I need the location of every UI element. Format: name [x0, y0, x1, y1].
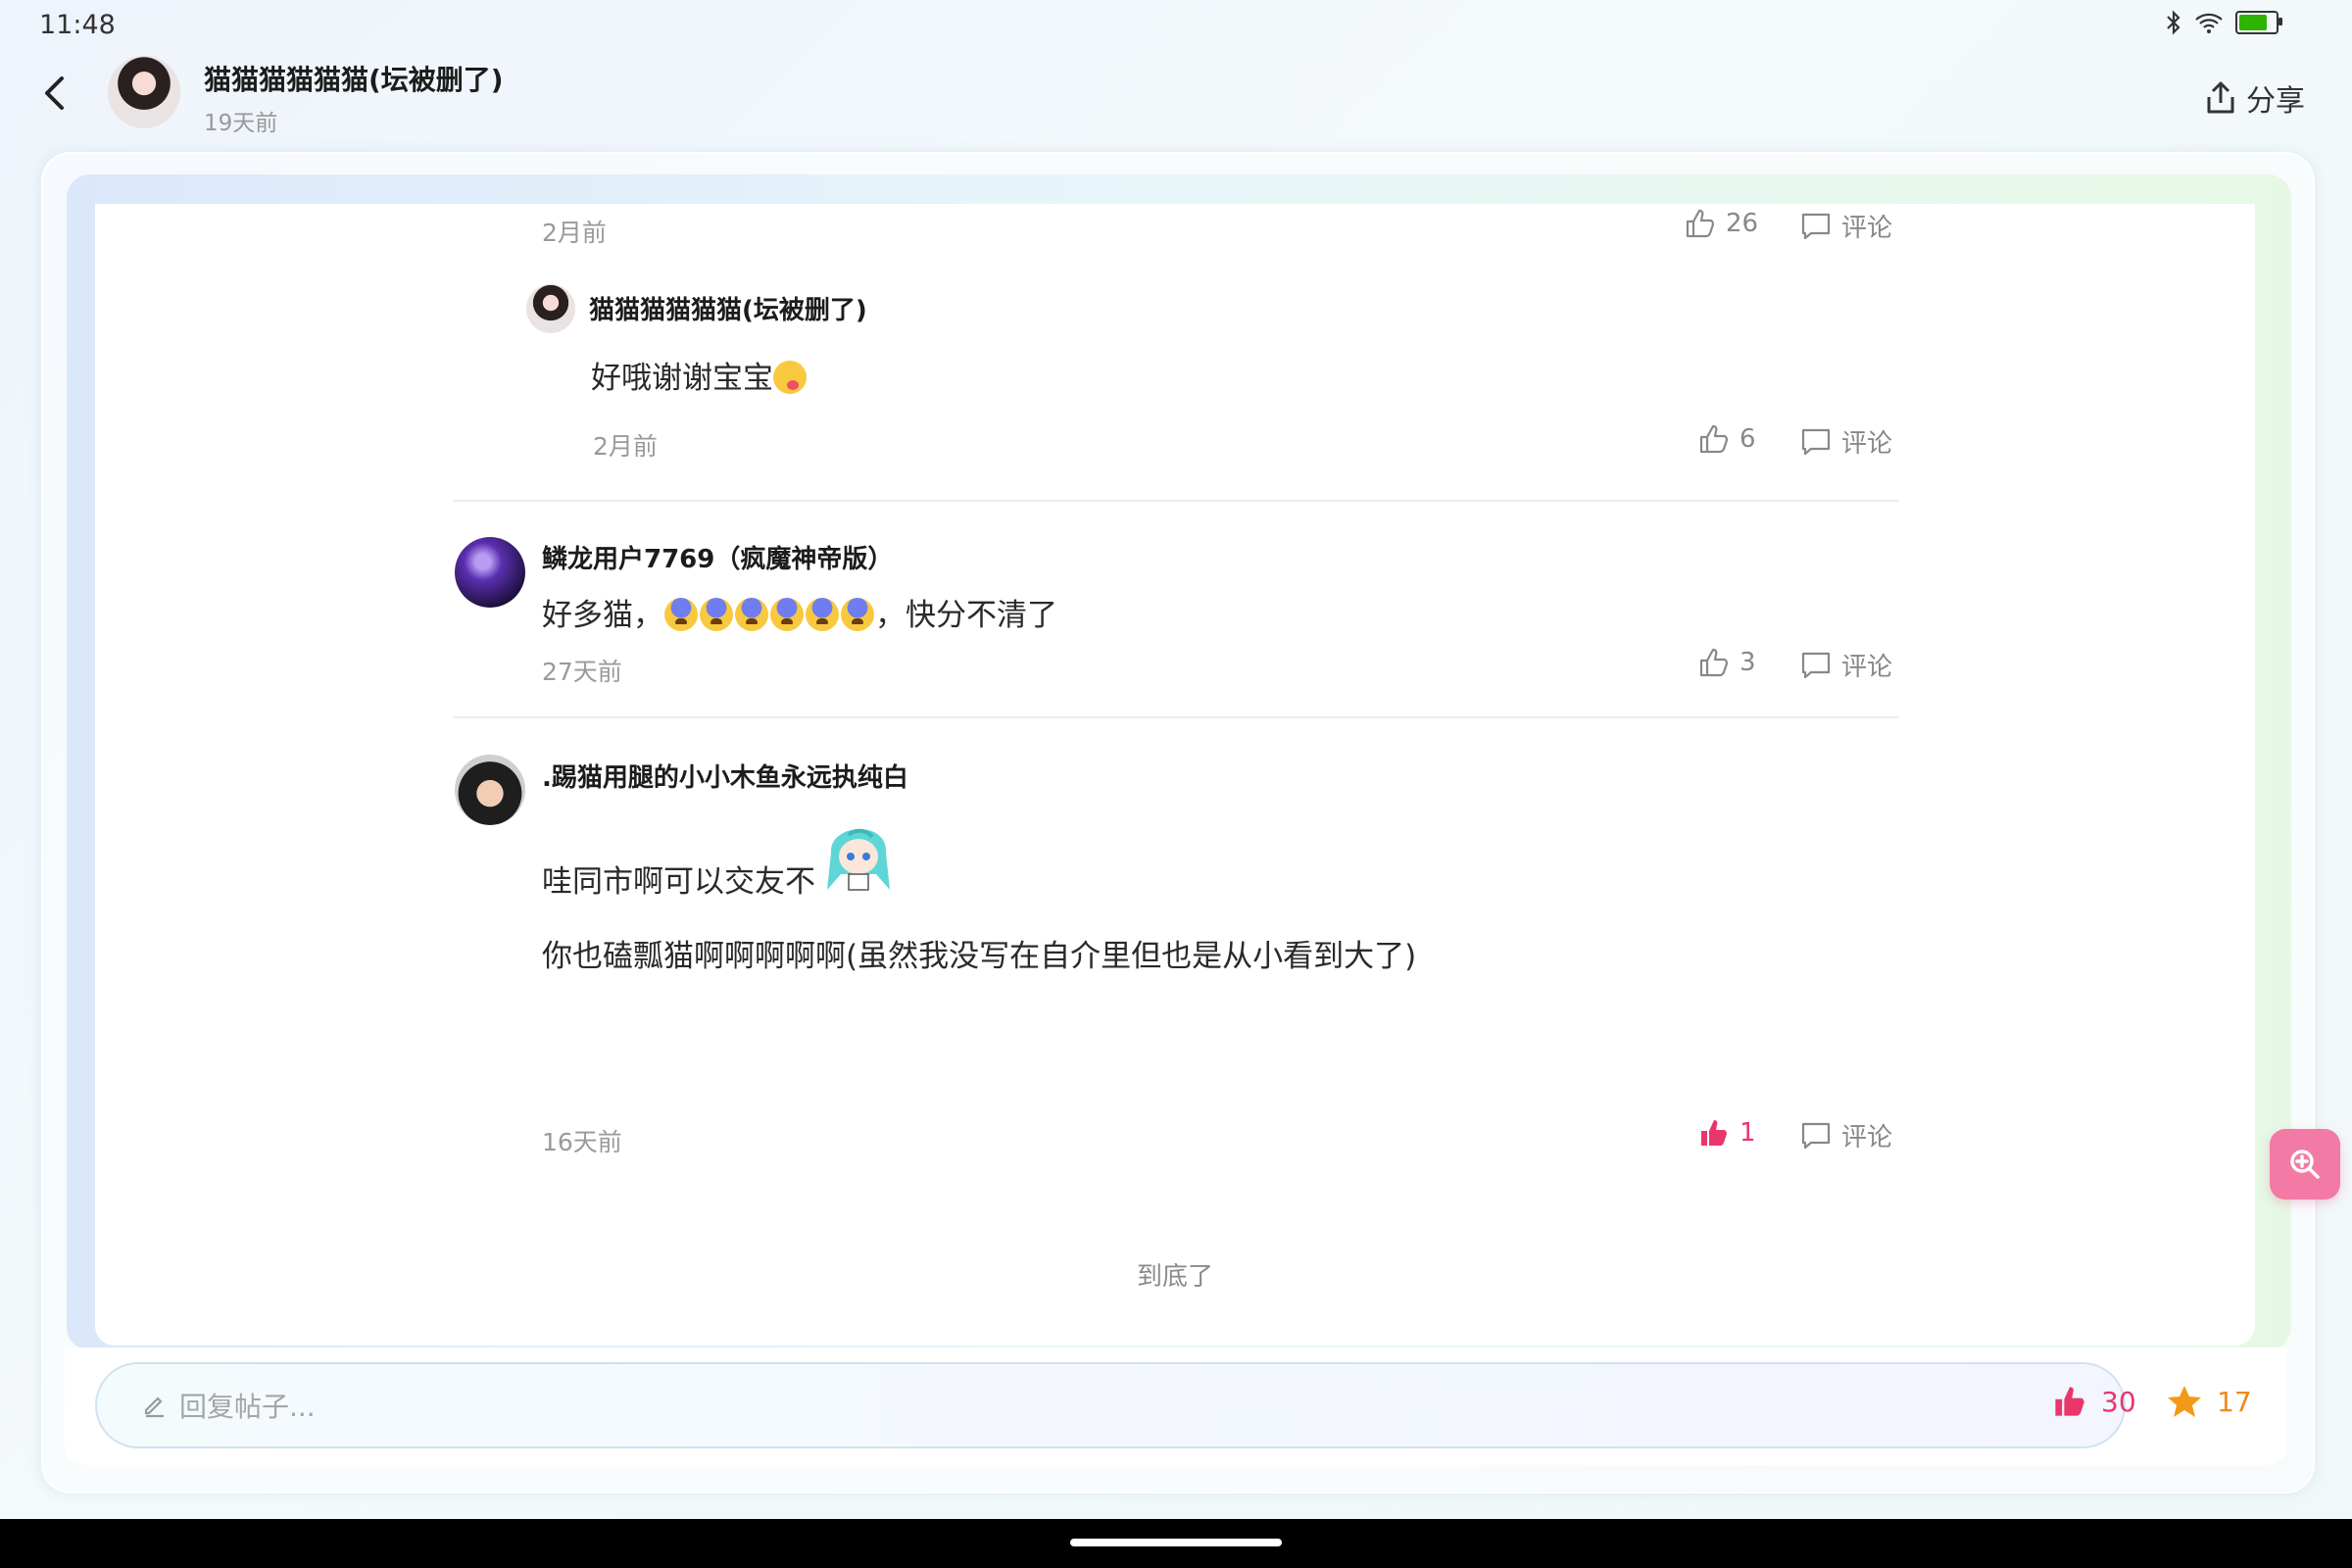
- thumb-up-icon: [1699, 424, 1729, 454]
- reply-placeholder: 回复帖子...: [179, 1391, 316, 1423]
- reply-avatar[interactable]: [526, 284, 575, 333]
- pencil-icon: [144, 1396, 164, 1418]
- reply-author-name[interactable]: 猫猫猫猫猫猫(坛被删了): [589, 290, 867, 326]
- comment-time: 27天前: [542, 658, 622, 686]
- comment-bubble-icon: [1801, 652, 1831, 678]
- back-button[interactable]: [29, 69, 78, 118]
- comment-time: 16天前: [542, 1128, 622, 1156]
- zoom-in-icon: [2290, 1150, 2320, 1179]
- status-icons: [2165, 10, 2282, 35]
- fearful-emoji-icon: [841, 598, 874, 631]
- comment-label: 评论: [1841, 653, 1893, 682]
- reply-text: 好哦谢谢宝宝: [591, 353, 807, 397]
- comment-time: 2月前: [542, 219, 607, 247]
- thumb-up-icon: [1699, 648, 1729, 677]
- comment-text-line-2: 你也磕瓢猫啊啊啊啊啊(虽然我没写在自介里但也是从小看到大了): [542, 939, 1417, 974]
- fearful-emoji-icon: [664, 598, 698, 631]
- post-time: 19天前: [204, 111, 278, 136]
- end-of-list-text: 到底了: [1136, 1262, 1213, 1292]
- commenter-name[interactable]: .踢猫用腿的小小木鱼永远执纯白: [542, 758, 908, 794]
- like-count: 3: [1740, 648, 1756, 677]
- reply-text-content: 好哦谢谢宝宝: [591, 361, 773, 396]
- comment-bubble-icon: [1801, 213, 1831, 239]
- comment-bubble-icon: [1801, 428, 1831, 455]
- battery-icon: [2235, 11, 2282, 34]
- comment-bubble-icon: [1801, 1122, 1831, 1149]
- thumb-up-filled-icon: [2055, 1387, 2084, 1416]
- like-count: 1: [1740, 1118, 1756, 1148]
- comment-text-line-1: 哇同市啊可以交友不: [542, 864, 815, 900]
- commenter-avatar[interactable]: [455, 537, 525, 608]
- status-time: 11:48: [39, 10, 116, 40]
- divider: [453, 716, 1899, 718]
- comment-list: 2月前 26 评论 猫猫猫猫猫猫(坛被删了) 好哦谢谢宝宝 2月前 6 评论 鳞…: [95, 204, 2255, 1346]
- like-button[interactable]: 6: [1698, 423, 1756, 455]
- thumb-up-filled-icon: [1701, 1120, 1727, 1146]
- yum-emoji-icon: [773, 361, 807, 394]
- comment-button[interactable]: 评论: [1800, 208, 1892, 244]
- back-arrow-icon: [45, 76, 64, 110]
- comment-text-after: ，快分不清了: [875, 598, 1057, 633]
- commenter-avatar[interactable]: [455, 755, 525, 825]
- fearful-emoji-icon: [700, 598, 733, 631]
- zoom-button[interactable]: [2270, 1129, 2340, 1200]
- home-indicator[interactable]: [1070, 1539, 1282, 1546]
- share-button[interactable]: 分享: [2205, 76, 2305, 120]
- star-icon: [2168, 1386, 2201, 1417]
- comment-button[interactable]: 评论: [1800, 647, 1892, 683]
- comment-text-before: 好多猫，: [542, 598, 663, 633]
- divider: [453, 500, 1899, 502]
- comment-text: 好多猫， ，快分不清了: [542, 590, 1057, 634]
- fearful-emoji-icon: [735, 598, 768, 631]
- like-count: 26: [1726, 209, 1759, 238]
- share-label: 分享: [2246, 84, 2305, 119]
- anime-sticker-icon: [827, 828, 890, 891]
- fearful-emoji-icon: [770, 598, 804, 631]
- wifi-icon: [2195, 13, 2223, 33]
- like-button[interactable]: 26: [1685, 208, 1758, 239]
- like-button-liked[interactable]: 1: [1698, 1117, 1756, 1149]
- comment-button[interactable]: 评论: [1800, 1117, 1892, 1153]
- favorite-count: 17: [2217, 1385, 2252, 1418]
- post-like-count: 30: [2101, 1385, 2136, 1418]
- comment-label: 评论: [1841, 214, 1893, 243]
- post-like-button[interactable]: 30: [2052, 1384, 2136, 1419]
- comment-label: 评论: [1841, 1123, 1893, 1152]
- like-count: 6: [1740, 424, 1756, 454]
- reply-time: 2月前: [593, 432, 658, 461]
- comment-label: 评论: [1841, 429, 1893, 459]
- favorite-button[interactable]: 17: [2166, 1384, 2252, 1419]
- share-icon: [2207, 81, 2234, 114]
- author-avatar[interactable]: [108, 56, 180, 128]
- like-button[interactable]: 3: [1698, 647, 1756, 678]
- commenter-name[interactable]: 鳞龙用户7769（疯魔神帝版）: [542, 539, 893, 575]
- bluetooth-icon: [2167, 10, 2180, 35]
- reply-input[interactable]: 回复帖子...: [95, 1362, 2126, 1448]
- thumb-up-icon: [1686, 209, 1715, 238]
- comment-button[interactable]: 评论: [1800, 423, 1892, 460]
- post-author-name[interactable]: 猫猫猫猫猫猫(坛被删了): [204, 59, 504, 98]
- fearful-emoji-icon: [806, 598, 839, 631]
